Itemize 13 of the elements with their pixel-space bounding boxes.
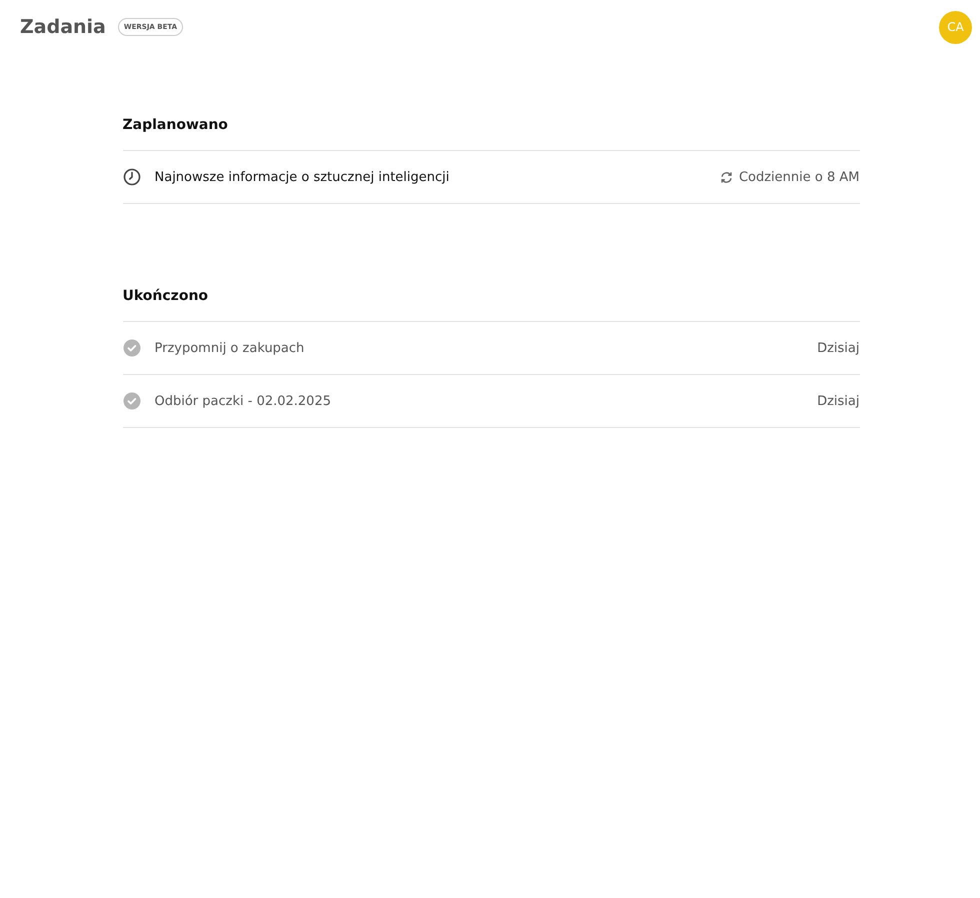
date-label: Dzisiaj	[817, 340, 860, 356]
page-title: Zadania	[20, 16, 106, 38]
schedule-label: Codziennie o 8 AM	[738, 170, 860, 184]
check-icon	[122, 339, 140, 357]
section-heading: Ukończono	[122, 288, 860, 322]
task-title[interactable]: Odbiór paczki - 02.02.2025	[154, 394, 818, 408]
task-title[interactable]: Przypomnij o zakupach	[154, 340, 818, 356]
section-heading: Zaplanowano	[122, 117, 860, 151]
date-label: Dzisiaj	[817, 394, 860, 408]
check-icon	[122, 392, 140, 410]
repeat-icon	[720, 170, 733, 184]
clock-icon	[122, 168, 140, 186]
task-title[interactable]: Najnowsze informacje o sztucznej inteligencji	[154, 170, 720, 184]
